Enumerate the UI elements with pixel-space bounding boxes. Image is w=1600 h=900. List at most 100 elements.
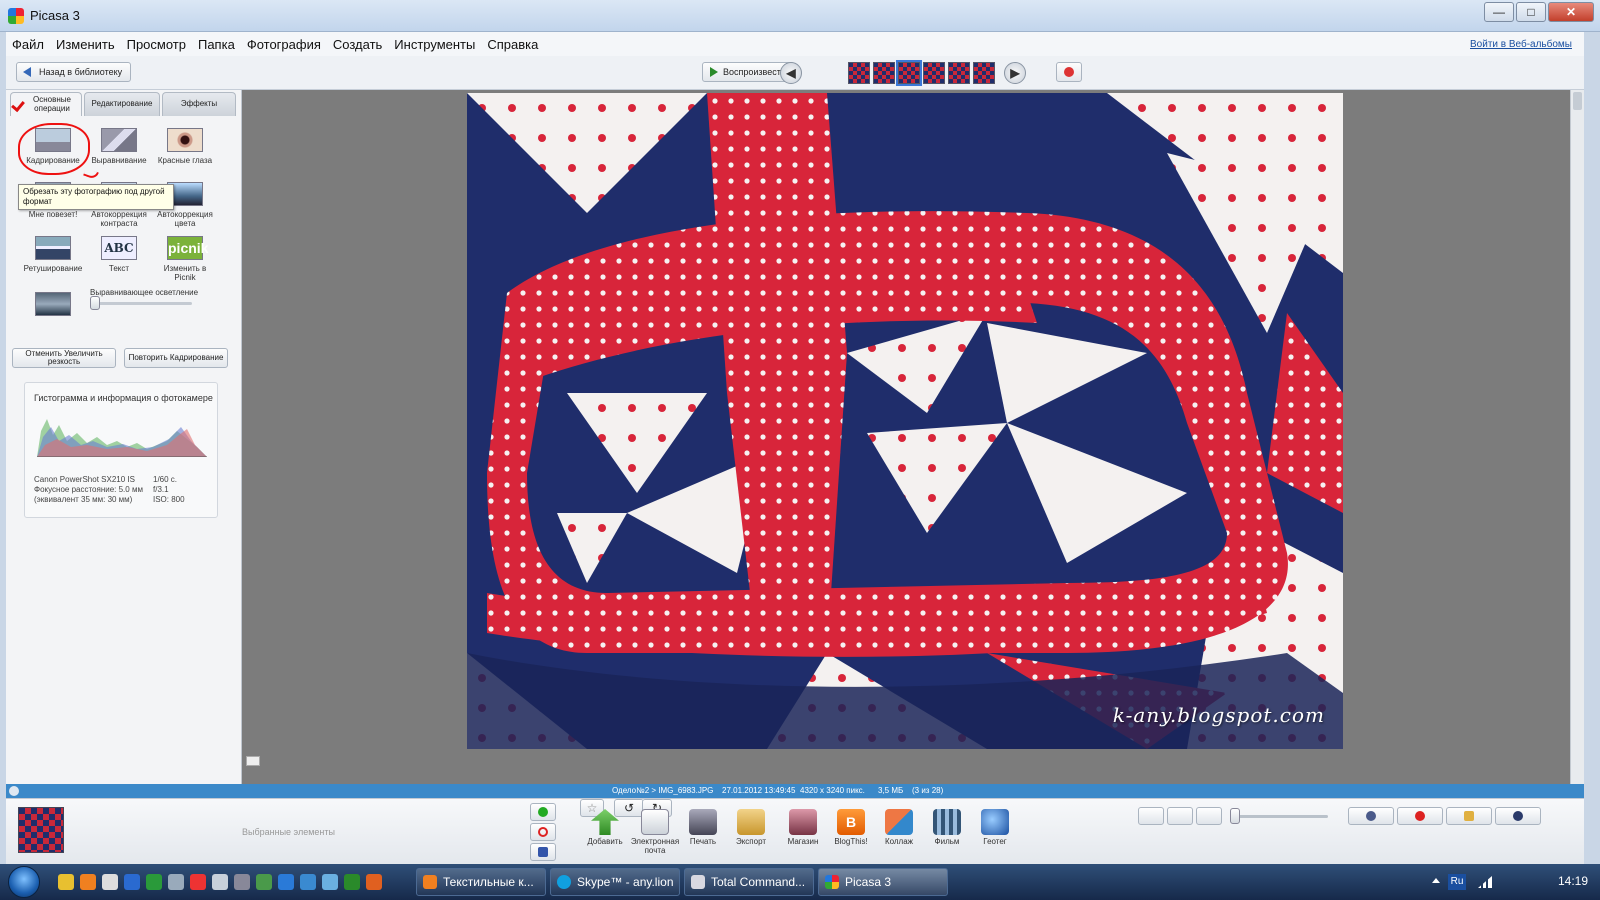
taskbar-item-firefox[interactable]: Текстильные к... <box>416 868 546 896</box>
side-panel-buttons <box>1348 807 1544 825</box>
menu-folder[interactable]: Папка <box>198 37 235 52</box>
edit-tabs: Основные операции Редактирование Эффекты <box>10 92 238 116</box>
quicklaunch-icon[interactable] <box>366 874 382 890</box>
menu-picture[interactable]: Фотография <box>247 37 321 52</box>
tab-basic-fixes[interactable]: Основные операции <box>10 92 82 116</box>
quicklaunch-icon[interactable] <box>234 874 250 890</box>
undo-button[interactable]: Отменить Увеличить резкость <box>12 348 116 368</box>
taskbar-item-picasa[interactable]: Picasa 3 <box>818 868 948 896</box>
zoom-slider-handle[interactable] <box>1230 808 1240 824</box>
view-fit-button[interactable] <box>1196 807 1222 825</box>
show-hidden-icons-icon[interactable] <box>1432 878 1440 883</box>
fill-light-slider[interactable] <box>92 302 192 305</box>
shutter-speed: 1/60 с. <box>153 475 178 484</box>
quicklaunch-icon[interactable] <box>80 874 96 890</box>
zoom-slider[interactable] <box>1232 815 1328 818</box>
aperture: f/3.1 <box>153 485 169 494</box>
redeye-tool[interactable]: Красные глаза <box>152 128 218 165</box>
filmstrip-thumbnail[interactable] <box>923 62 945 84</box>
back-arrow-icon <box>23 67 31 77</box>
quicklaunch-icon[interactable] <box>278 874 294 890</box>
tab-effects[interactable]: Эффекты <box>162 92 236 116</box>
quick-launch <box>58 874 388 890</box>
minimize-button[interactable]: — <box>1484 2 1514 22</box>
scrollbar-thumb[interactable] <box>1573 92 1582 110</box>
quicklaunch-icon[interactable] <box>102 874 118 890</box>
picnik-tool[interactable]: picnik Изменить в Picnik <box>152 236 218 282</box>
clear-tray-button[interactable] <box>530 823 556 841</box>
hold-pin-button[interactable] <box>530 803 556 821</box>
redo-button[interactable]: Повторить Кадрирование <box>124 348 228 368</box>
movie-button[interactable]: Фильм <box>922 809 972 846</box>
vertical-scrollbar[interactable] <box>1570 90 1584 784</box>
status-collapse-icon[interactable] <box>9 786 19 796</box>
filmstrip-thumbnail-selected[interactable] <box>896 60 922 86</box>
quicklaunch-icon[interactable] <box>344 874 360 890</box>
quicklaunch-icon[interactable] <box>190 874 206 890</box>
back-to-library-button[interactable]: Назад в библиотеку <box>16 62 132 82</box>
email-button[interactable]: Электронная почта <box>630 809 680 855</box>
previous-photo-button[interactable]: ◀ <box>780 62 802 84</box>
filmstrip-thumbnail[interactable] <box>973 62 995 84</box>
text-tool[interactable]: ABC Текст <box>86 236 152 273</box>
taskbar-item-skype[interactable]: Skype™ - any.lion <box>550 868 680 896</box>
tab-tuning[interactable]: Редактирование <box>84 92 160 116</box>
collage-icon <box>885 809 913 835</box>
people-panel-button[interactable] <box>1348 807 1394 825</box>
auto-color-label: Автокоррекция цвета <box>157 210 213 228</box>
retouch-tool[interactable]: Ретуширование <box>20 236 86 273</box>
info-icon <box>1513 811 1523 821</box>
straighten-icon <box>101 128 137 152</box>
fill-light-slider-handle[interactable] <box>90 296 100 310</box>
language-indicator[interactable]: Ru <box>1448 874 1466 890</box>
places-panel-button[interactable] <box>1397 807 1443 825</box>
tags-panel-button[interactable] <box>1446 807 1492 825</box>
close-button[interactable]: ✕ <box>1548 2 1594 22</box>
quicklaunch-icon[interactable] <box>322 874 338 890</box>
quicklaunch-icon[interactable] <box>300 874 316 890</box>
view-single-button[interactable] <box>1138 807 1164 825</box>
photo[interactable]: k-any.blogspot.com <box>467 93 1343 749</box>
straighten-tool[interactable]: Выравнивание <box>86 128 152 165</box>
quicklaunch-icon[interactable] <box>168 874 184 890</box>
menu-help[interactable]: Справка <box>487 37 538 52</box>
shop-icon <box>789 809 817 835</box>
filmstrip-thumbnail[interactable] <box>948 62 970 84</box>
menu-edit[interactable]: Изменить <box>56 37 115 52</box>
upload-button[interactable]: Добавить <box>580 809 630 846</box>
next-photo-button[interactable]: ▶ <box>1004 62 1026 84</box>
movie-icon <box>933 809 961 835</box>
caption-toggle-icon[interactable] <box>246 756 260 766</box>
quicklaunch-icon[interactable] <box>146 874 162 890</box>
filmstrip-thumbnail[interactable] <box>873 62 895 84</box>
network-signal-icon[interactable] <box>1478 876 1492 888</box>
add-to-album-button[interactable] <box>530 843 556 861</box>
view-split-button[interactable] <box>1167 807 1193 825</box>
blogthis-button[interactable]: B BlogThis! <box>826 809 876 846</box>
people-faces-button[interactable] <box>1056 62 1082 82</box>
status-filesize: 3,5 МБ <box>878 786 904 795</box>
filmstrip-thumbnail[interactable] <box>848 62 870 84</box>
menu-tools[interactable]: Инструменты <box>394 37 475 52</box>
clock[interactable]: 14:19 <box>1558 874 1588 888</box>
tray-thumbnail[interactable] <box>18 807 64 853</box>
collage-button[interactable]: Коллаж <box>874 809 924 846</box>
quicklaunch-icon[interactable] <box>256 874 272 890</box>
menu-create[interactable]: Создать <box>333 37 382 52</box>
web-albums-login-link[interactable]: Войти в Веб-альбомы <box>1470 39 1572 50</box>
quicklaunch-icon[interactable] <box>58 874 74 890</box>
menu-view[interactable]: Просмотр <box>127 37 186 52</box>
quicklaunch-icon[interactable] <box>212 874 228 890</box>
maximize-button[interactable]: □ <box>1516 2 1546 22</box>
export-button[interactable]: Экспорт <box>726 809 776 846</box>
properties-panel-button[interactable] <box>1495 807 1541 825</box>
menu-bar: Файл Изменить Просмотр Папка Фотография … <box>6 32 1584 56</box>
menu-file[interactable]: Файл <box>12 37 44 52</box>
print-button[interactable]: Печать <box>678 809 728 846</box>
taskbar-item-total-commander[interactable]: Total Command... <box>684 868 814 896</box>
geotag-button[interactable]: Геотег <box>970 809 1020 846</box>
shop-button[interactable]: Магазин <box>778 809 828 846</box>
start-button[interactable] <box>8 866 40 898</box>
status-bar: Одело№2 > IMG_6983.JPG 27.01.2012 13:49:… <box>6 784 1584 798</box>
quicklaunch-icon[interactable] <box>124 874 140 890</box>
